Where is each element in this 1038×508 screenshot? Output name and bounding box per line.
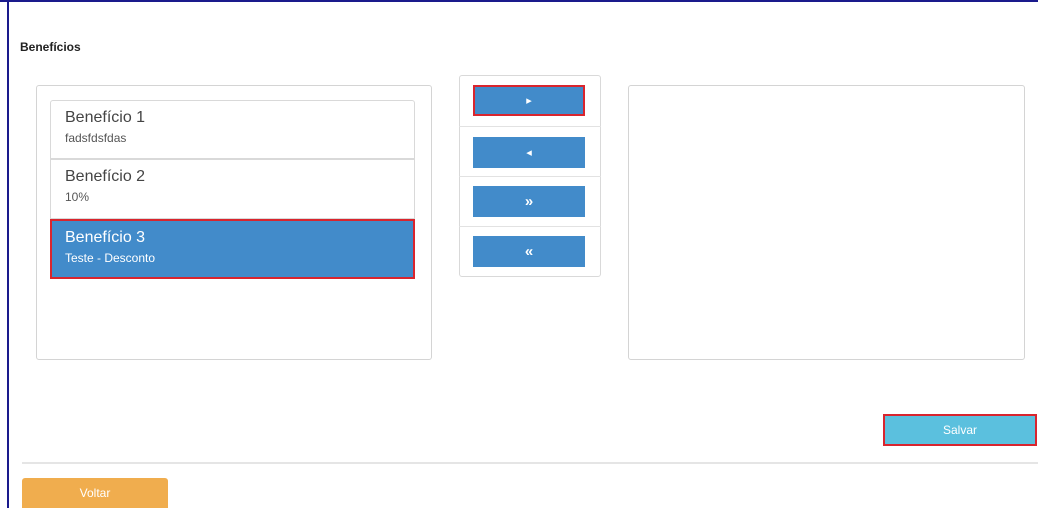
divider xyxy=(22,462,1038,464)
transfer-separator xyxy=(459,176,601,177)
move-all-left-button[interactable]: « xyxy=(473,236,585,267)
list-item-subtitle: fadsfdsfdas xyxy=(65,131,127,145)
list-item-beneficio-1[interactable]: Benefício 1 fadsfdsfdas xyxy=(50,100,415,159)
list-item-title: Benefício 2 xyxy=(65,168,146,185)
selected-list-panel[interactable] xyxy=(628,85,1025,360)
list-item-beneficio-2[interactable]: Benefício 2 10% xyxy=(50,159,415,219)
caret-right-icon: ▸ xyxy=(526,95,532,107)
transfer-separator xyxy=(459,126,601,127)
list-item-beneficio-3[interactable]: Benefício 3 Teste - Desconto xyxy=(50,219,415,279)
save-button[interactable]: Salvar xyxy=(883,414,1037,446)
section-title: Benefícios xyxy=(20,40,81,54)
window-border-top xyxy=(0,0,1038,2)
move-right-button[interactable]: ▸ xyxy=(473,85,585,116)
back-button[interactable]: Voltar xyxy=(22,478,168,508)
window-border-left xyxy=(7,0,9,508)
move-all-right-button[interactable]: » xyxy=(473,186,585,217)
move-left-button[interactable]: ◂ xyxy=(473,137,585,168)
double-chevron-left-icon: « xyxy=(524,243,534,260)
list-item-title: Benefício 1 xyxy=(65,109,146,126)
list-item-subtitle: 10% xyxy=(65,190,90,204)
transfer-separator xyxy=(459,226,601,227)
caret-left-icon: ◂ xyxy=(526,147,532,159)
double-chevron-right-icon: » xyxy=(524,193,534,210)
list-item-title: Benefício 3 xyxy=(65,229,146,246)
list-item-subtitle: Teste - Desconto xyxy=(65,251,156,265)
